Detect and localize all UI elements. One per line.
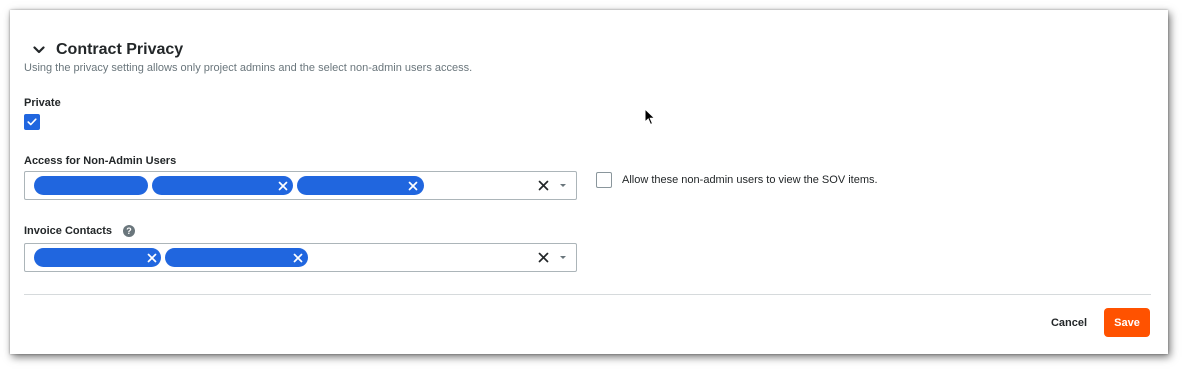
close-icon[interactable]	[538, 180, 549, 191]
check-icon	[27, 118, 37, 126]
selected-user-pill[interactable]	[34, 176, 148, 195]
cancel-button[interactable]: Cancel	[1041, 309, 1097, 337]
chevron-down-icon[interactable]	[32, 43, 46, 57]
section-description: Using the privacy setting allows only pr…	[24, 62, 473, 74]
private-checkbox[interactable]	[24, 114, 40, 130]
selected-user-pill[interactable]	[152, 176, 293, 195]
mouse-pointer-icon	[644, 107, 656, 131]
question-circle-icon[interactable]: ?	[123, 225, 135, 237]
invoice-contacts-label: Invoice Contacts	[24, 225, 113, 237]
selected-user-pill[interactable]	[297, 176, 424, 195]
footer-divider	[24, 294, 1151, 295]
invoice-contacts-select[interactable]	[24, 243, 577, 272]
section-title: Contract Privacy	[56, 41, 184, 58]
save-button[interactable]: Save	[1104, 308, 1150, 337]
sov-visibility-label[interactable]: Allow these non-admin users to view the …	[622, 174, 878, 186]
non-admin-access-label: Access for Non-Admin Users	[24, 155, 177, 167]
private-label: Private	[24, 97, 61, 109]
selected-contact-pill[interactable]	[165, 248, 308, 267]
close-icon[interactable]	[538, 252, 549, 263]
remove-pill-icon[interactable]	[277, 180, 288, 191]
caret-down-icon[interactable]	[560, 184, 566, 187]
remove-pill-icon[interactable]	[292, 252, 303, 263]
caret-down-icon[interactable]	[560, 256, 566, 259]
non-admin-users-select[interactable]	[24, 171, 577, 200]
selected-contact-pill[interactable]	[34, 248, 161, 267]
remove-pill-icon[interactable]	[407, 180, 418, 191]
remove-pill-icon[interactable]	[146, 252, 157, 263]
sov-visibility-checkbox[interactable]	[596, 172, 612, 188]
section-header[interactable]: Contract Privacy	[32, 39, 183, 61]
contract-privacy-panel: Contract Privacy Using the privacy setti…	[10, 10, 1168, 354]
